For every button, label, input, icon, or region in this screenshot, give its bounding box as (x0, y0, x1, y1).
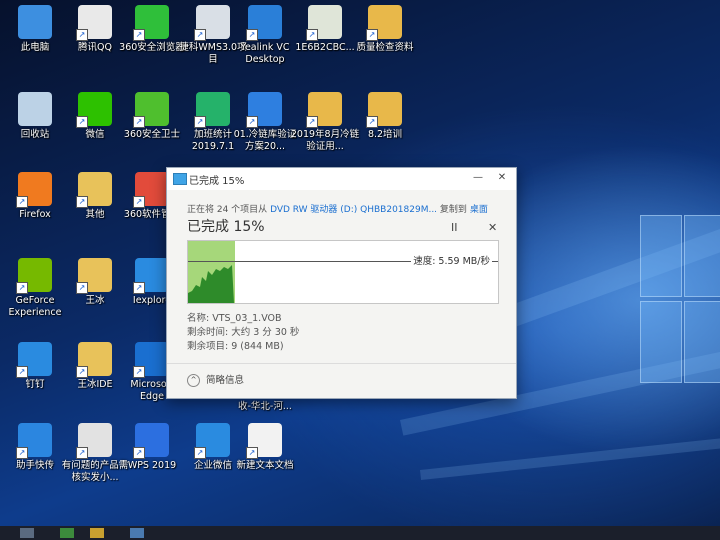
shortcut-arrow-icon: ↗ (246, 29, 258, 41)
wecom-icon: ↗ (194, 423, 230, 459)
less-details-button[interactable]: ^ 简略信息 (187, 372, 244, 387)
desktop-icon-label: 新建文本文档 (236, 460, 294, 471)
desktop-icon[interactable]: ↗ 360安全浏览器 (117, 5, 187, 54)
shortcut-arrow-icon: ↗ (76, 447, 88, 459)
shortcut-arrow-icon: ↗ (76, 196, 88, 208)
dialog-titlebar[interactable]: 已完成 15% — ✕ (167, 168, 516, 190)
file-name: 名称: VTS_03_1.VOB (187, 313, 282, 324)
shortcut-arrow-icon: ↗ (16, 447, 28, 459)
time-remaining: 剩余时间: 大约 3 分 30 秒 (187, 327, 300, 338)
shortcut-arrow-icon: ↗ (306, 29, 318, 41)
folder-docs-icon: ↗ (306, 92, 342, 128)
word-w-icon: ↗ (246, 92, 282, 128)
desktop-icon[interactable]: ↗ 360安全卫士 (117, 92, 187, 141)
image-file-icon: ↗ (306, 5, 342, 41)
shortcut-arrow-icon: ↗ (133, 282, 145, 294)
shortcut-arrow-icon: ↗ (366, 116, 378, 128)
this-pc-icon (18, 5, 52, 39)
spreadsheet-s-icon: ↗ (194, 92, 230, 128)
nvidia-icon: ↗ (16, 258, 52, 294)
shortcut-arrow-icon: ↗ (76, 116, 88, 128)
windows-logo-wallpaper (640, 215, 720, 395)
folder-icon: ↗ (366, 92, 402, 128)
text-file-icon: ↗ (246, 423, 282, 459)
transfer-icon: ↗ (16, 423, 52, 459)
desktop-icon[interactable]: ↗ 8.2培训 (350, 92, 420, 141)
source-link[interactable]: DVD RW 驱动器 (D:) QHBB201829M... (270, 205, 437, 215)
pause-button[interactable]: II (451, 221, 458, 234)
desktop-icon[interactable]: ↗ WPS 2019 (117, 423, 187, 472)
shortcut-arrow-icon: ↗ (366, 29, 378, 41)
desktop-icon-label: 8.2培训 (367, 129, 403, 140)
file-copy-dialog: 已完成 15% — ✕ 正在将 24 个项目从 DVD RW 驱动器 (D:) … (166, 167, 517, 399)
folder-window-icon: ↗ (194, 5, 230, 41)
desktop-icon[interactable]: ↗ 质量检查资料 (350, 5, 420, 54)
shortcut-arrow-icon: ↗ (133, 116, 145, 128)
wps-icon: ↗ (133, 423, 169, 459)
taskbar-folder-icon[interactable] (90, 528, 104, 538)
yealink-icon: ↗ (246, 5, 282, 41)
desktop-icon[interactable]: ↗ 新建文本文档 (230, 423, 300, 472)
shortcut-arrow-icon: ↗ (194, 447, 206, 459)
close-window-button[interactable]: ✕ (491, 170, 513, 186)
360-safe-icon: ↗ (133, 92, 169, 128)
recycle-bin-icon (18, 92, 52, 126)
transfer-speed-graph: 速度: 5.59 MB/秒 (187, 240, 499, 304)
cancel-copy-button[interactable]: ✕ (488, 221, 497, 234)
wechat-icon: ↗ (76, 92, 112, 128)
copy-mid: 复制到 (439, 205, 467, 215)
taskbar-app-icon[interactable] (60, 528, 74, 538)
percent-complete: 已完成 15% (187, 219, 265, 235)
shortcut-arrow-icon: ↗ (16, 366, 28, 378)
desktop-icon-label: 360安全浏览器 (119, 42, 185, 53)
items-remaining: 剩余项目: 9 (844 MB) (187, 341, 284, 352)
desktop-icon-label: WPS 2019 (127, 460, 177, 471)
desktop-icon-label: 360安全卫士 (123, 129, 181, 140)
folder-icon: ↗ (366, 5, 402, 41)
start-icon[interactable] (20, 528, 34, 538)
shortcut-arrow-icon: ↗ (194, 29, 206, 41)
partial-icon-label: 收-华北-河... (238, 401, 292, 412)
shortcut-arrow-icon: ↗ (194, 116, 206, 128)
minimize-button[interactable]: — (467, 170, 489, 186)
less-details-label: 简略信息 (206, 375, 245, 386)
taskbar (0, 526, 720, 540)
360-browser-icon: ↗ (133, 5, 169, 41)
shortcut-arrow-icon: ↗ (76, 29, 88, 41)
speed-readout: 速度: 5.59 MB/秒 (411, 253, 492, 267)
copy-prefix: 正在将 24 个项目从 (187, 205, 268, 215)
shortcut-arrow-icon: ↗ (306, 116, 318, 128)
chevron-up-icon: ^ (187, 374, 200, 387)
doc-pdf-icon: ↗ (76, 423, 112, 459)
divider (167, 363, 516, 364)
speed-history-chart (188, 265, 234, 303)
dialog-title: 已完成 15% (189, 176, 245, 187)
360-software-icon: ↗ (133, 172, 169, 208)
shortcut-arrow-icon: ↗ (133, 447, 145, 459)
shortcut-arrow-icon: ↗ (246, 447, 258, 459)
folder-icon: ↗ (76, 342, 112, 378)
copy-dialog-icon (173, 173, 187, 185)
ie-icon: ↗ (133, 258, 169, 294)
shortcut-arrow-icon: ↗ (246, 116, 258, 128)
edge-icon: ↗ (133, 342, 169, 378)
dingtalk-icon: ↗ (16, 342, 52, 378)
shortcut-arrow-icon: ↗ (76, 366, 88, 378)
qq-penguin-icon: ↗ (76, 5, 112, 41)
shortcut-arrow-icon: ↗ (133, 196, 145, 208)
light-beam (420, 436, 720, 480)
shortcut-arrow-icon: ↗ (76, 282, 88, 294)
speed-area (188, 265, 234, 303)
folder-icon: ↗ (76, 258, 112, 294)
shortcut-arrow-icon: ↗ (16, 196, 28, 208)
shortcut-arrow-icon: ↗ (133, 366, 145, 378)
folder-icon: ↗ (76, 172, 112, 208)
shortcut-arrow-icon: ↗ (16, 282, 28, 294)
copy-description: 正在将 24 个项目从 DVD RW 驱动器 (D:) QHBB201829M.… (187, 202, 488, 215)
destination-link[interactable]: 桌面 (470, 205, 488, 215)
taskbar-app-icon[interactable] (130, 528, 144, 538)
shortcut-arrow-icon: ↗ (133, 29, 145, 41)
firefox-icon: ↗ (16, 172, 52, 208)
desktop-icon-label: 质量检查资料 (356, 42, 414, 53)
